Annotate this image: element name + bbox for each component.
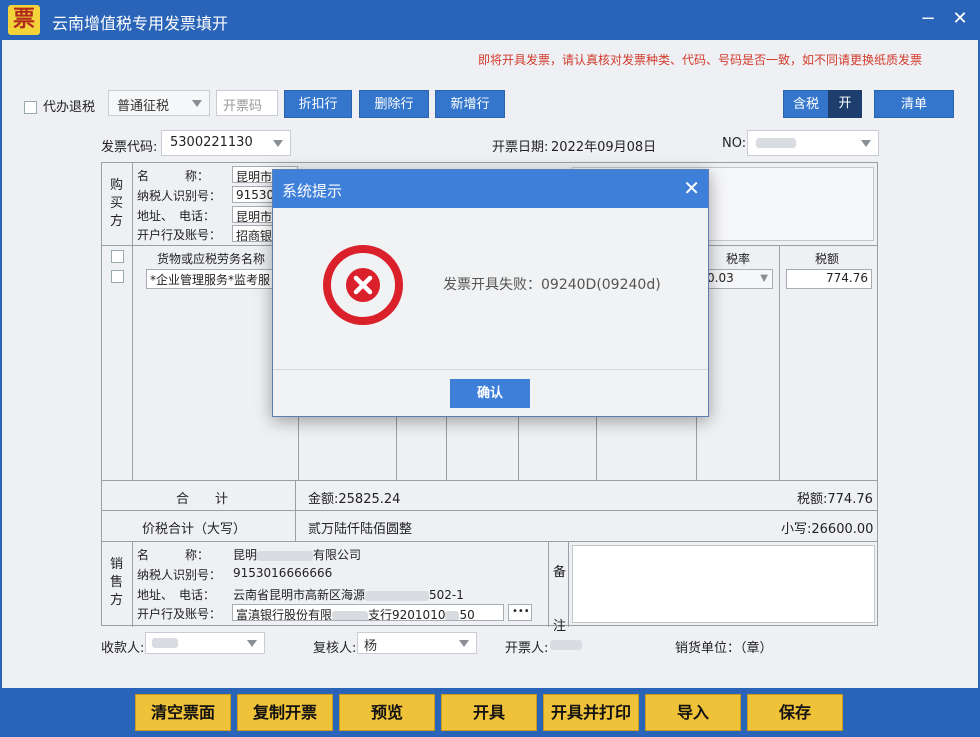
tax-type-select[interactable]: 普通征税 — [108, 90, 210, 116]
buyer-section-label: 购买方 — [110, 178, 124, 229]
total-words-label: 价税合计（大写） — [142, 522, 247, 537]
chevron-down-icon — [247, 640, 257, 647]
seller-name-value: 昆明 有限公司 — [233, 548, 362, 562]
discount-row-button[interactable]: 折扣行 — [284, 90, 352, 118]
seller-tax-id-label: 纳税人识别号： — [137, 568, 222, 582]
remarks-label: 备注 — [553, 565, 567, 634]
seller-unit-label: 销货单位：（章） — [675, 641, 773, 656]
invoice-code-input[interactable]: 开票码 — [216, 90, 278, 116]
add-row-button[interactable]: 新增行 — [435, 90, 505, 118]
warning-text: 即将开具发票，请认真核对发票种类、代码、号码是否一致，如不同请更换纸质发票 — [477, 53, 922, 67]
payee-select[interactable] — [145, 632, 265, 654]
tax-rate-value: 0.03 — [707, 271, 734, 285]
tax-inclusive-toggle[interactable]: 开 — [828, 90, 862, 118]
list-button[interactable]: 清单 — [874, 90, 954, 118]
tax-rate-header: 税率 — [726, 252, 751, 266]
invoice-code-label: 发票代码: — [101, 140, 158, 155]
buyer-bank-label: 开户行及账号： — [137, 228, 222, 242]
proxy-refund-label: 代办退税 — [43, 100, 96, 115]
sum-label: 合 计 — [176, 492, 229, 507]
total-words-value: 贰万陆仟陆佰圆整 — [308, 522, 413, 537]
chevron-down-icon — [273, 140, 283, 147]
seller-tax-id-value: 9153016666666 — [233, 566, 333, 580]
invoice-number-label: NO: — [722, 136, 747, 151]
issue-and-print-button[interactable]: 开具并打印 — [543, 694, 639, 731]
chevron-down-icon: ▼ — [760, 273, 768, 284]
system-prompt-dialog: 系统提示 ✕ 发票开具失败：09240D(09240d) 确认 — [272, 169, 709, 417]
seller-section-label: 销售方 — [110, 557, 124, 608]
tax-rate-select[interactable]: 0.03 ▼ — [703, 269, 773, 289]
dialog-close-icon[interactable]: ✕ — [683, 177, 700, 199]
minimize-button[interactable]: − — [914, 6, 942, 32]
dialog-header: 系统提示 ✕ — [273, 170, 708, 208]
app-logo-icon: 票 — [8, 5, 40, 35]
save-button[interactable]: 保存 — [747, 694, 843, 731]
issuer-label: 开票人: — [505, 641, 549, 656]
dialog-divider — [273, 369, 708, 370]
goods-name-header: 货物或应税劳务名称 — [157, 252, 266, 266]
more-options-button[interactable]: ••• — [508, 604, 532, 621]
seller-address-value: 云南省昆明市高新区海源 502-1 — [233, 588, 464, 602]
buyer-tax-id-label: 纳税人识别号： — [137, 189, 222, 203]
proxy-refund-checkbox[interactable]: 代办退税 — [24, 96, 95, 115]
tax-inclusive-button[interactable]: 含税 — [783, 90, 829, 118]
dialog-title: 系统提示 — [282, 182, 343, 200]
reviewer-value: 杨 — [364, 639, 378, 654]
delete-row-button[interactable]: 删除行 — [359, 90, 429, 118]
sum-tax: 税额:774.76 — [797, 492, 873, 507]
reviewer-label: 复核人: — [313, 641, 357, 656]
chevron-down-icon — [192, 100, 202, 107]
masked-value — [152, 637, 178, 648]
invoice-code-value: 5300221130 — [170, 135, 253, 150]
payee-label: 收款人: — [101, 641, 145, 656]
window-title: 云南增值税专用发票填开 — [52, 14, 229, 33]
seller-bank-field[interactable]: 富滇银行股份有限 支行9201010 50 — [232, 604, 504, 621]
invoice-date-value: 2022年09月08日 — [551, 140, 657, 155]
buyer-address-label: 地址、 电话： — [137, 209, 216, 223]
close-window-button[interactable]: ✕ — [946, 6, 974, 32]
issue-button[interactable]: 开具 — [441, 694, 537, 731]
confirm-button[interactable]: 确认 — [450, 379, 530, 408]
masked-value — [756, 137, 796, 148]
error-icon — [323, 245, 403, 325]
title-bar: 票 云南增值税专用发票填开 − ✕ — [0, 0, 980, 40]
total-small-value: 小写:26600.00 — [781, 522, 874, 537]
invoice-number-select[interactable] — [747, 130, 879, 156]
tax-type-value: 普通征税 — [117, 99, 170, 114]
invoice-date-label: 开票日期: — [492, 140, 549, 155]
seller-name-label: 名 称： — [137, 548, 210, 562]
row-checkbox[interactable] — [111, 270, 124, 283]
select-all-checkbox[interactable] — [111, 250, 124, 263]
clear-form-button[interactable]: 清空票面 — [135, 694, 231, 731]
copy-invoice-button[interactable]: 复制开票 — [237, 694, 333, 731]
issuer-masked-value — [550, 640, 582, 650]
bottom-action-bar: 清空票面 复制开票 预览 开具 开具并打印 导入 保存 — [0, 688, 980, 737]
import-button[interactable]: 导入 — [645, 694, 741, 731]
sum-amount: 金额:25825.24 — [308, 492, 401, 507]
invoice-code-select[interactable]: 5300221130 — [161, 130, 291, 156]
seller-bank-label: 开户行及账号： — [137, 607, 222, 621]
seller-address-label: 地址、 电话： — [137, 588, 216, 602]
dialog-message: 发票开具失败：09240D(09240d) — [443, 277, 661, 293]
remarks-field[interactable] — [572, 545, 875, 623]
chevron-down-icon — [861, 140, 871, 147]
chevron-down-icon — [459, 640, 469, 647]
tax-amount-header: 税额 — [815, 252, 840, 266]
reviewer-select[interactable]: 杨 — [357, 632, 477, 654]
checkbox-icon — [24, 101, 37, 114]
buyer-name-label: 名 称： — [137, 169, 210, 183]
tax-amount-field[interactable]: 774.76 — [786, 269, 872, 289]
preview-button[interactable]: 预览 — [339, 694, 435, 731]
